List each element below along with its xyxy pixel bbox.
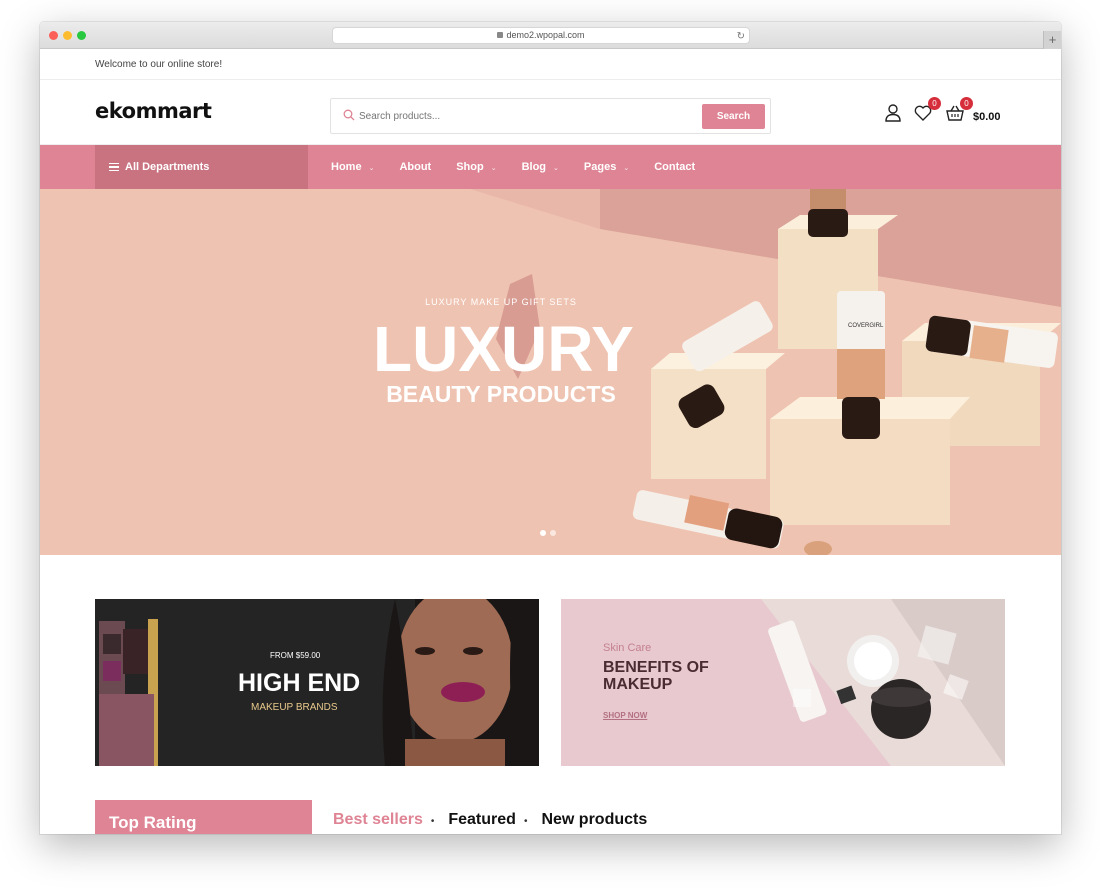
promo-title: BENEFITS OF MAKEUP [603,659,709,693]
promo-subtitle: MAKEUP BRANDS [251,702,338,713]
nav-item-label: Home [331,161,362,173]
site-logo[interactable]: ekommart [95,99,212,123]
url-text: demo2.wpopal.com [506,30,585,40]
tab-best-sellers[interactable]: Best sellers [333,811,423,833]
hero-subtitle: BEAUTY PRODUCTS [386,381,616,407]
slider-dot[interactable] [550,530,556,536]
tab-new-products[interactable]: New products [541,811,647,833]
web-page: Welcome to our online store! ekommart Se… [40,49,1061,834]
main-navigation: All Departments Home ⌄ About Shop ⌄ Blog ⌄ … [40,145,1061,189]
search-form: Search [330,98,771,134]
search-icon [343,109,355,121]
top-rating-title: Top Rating [96,801,311,834]
hamburger-menu-icon [109,161,119,174]
shop-now-link[interactable]: SHOP NOW [603,711,647,720]
nav-item-shop[interactable]: Shop ⌄ [456,145,496,189]
cart-count-badge: 0 [960,97,973,110]
departments-label: All Departments [125,161,210,173]
nav-menu: Home ⌄ About Shop ⌄ Blog ⌄ Pages ⌄ Contact [331,145,720,189]
wishlist-count-badge: 0 [928,97,941,110]
promo-title: HIGH END [238,669,361,697]
nav-item-label: Pages [583,161,617,173]
nav-item-label: About [399,161,432,173]
hero-eyebrow: LUXURY MAKE UP GIFT SETS [425,297,577,307]
chevron-down-icon: ⌄ [553,165,559,172]
slider-pagination [540,523,560,541]
minimize-window-button[interactable] [63,31,72,40]
promo-banner-benefits[interactable]: Skin Care BENEFITS OF MAKEUP SHOP NOW [561,599,1005,766]
chevron-down-icon: ⌄ [368,165,375,172]
all-departments-button[interactable]: All Departments [95,145,308,189]
plus-icon[interactable]: + [1043,31,1061,49]
lock-icon [497,32,504,38]
slider-dot[interactable] [540,530,546,536]
browser-window: demo2.wpopal.com ↻ + Welcome to our onli… [40,22,1061,834]
nav-item-blog[interactable]: Blog ⌄ [522,145,559,189]
cart-button[interactable]: 0 [945,97,973,123]
nav-item-label: Blog [521,161,547,173]
hero-slider[interactable]: COVERGIRL LUXURY MAKE UP GIFT SETS LUXUR… [40,189,1061,555]
promo-price-from: FROM $59.00 [270,651,321,660]
top-bar: Welcome to our online store! [40,49,1061,80]
top-rating-widget: Top Rating [95,800,312,834]
address-bar[interactable]: demo2.wpopal.com ↻ [332,27,750,44]
reload-icon[interactable]: ↻ [737,29,745,44]
hero-product-label: COVERGIRL [848,323,884,329]
user-account-icon[interactable] [883,103,903,123]
search-button[interactable]: Search [702,104,765,129]
promo-banner-high-end[interactable]: FROM $59.00 HIGH END MAKEUP BRANDS [95,599,539,766]
site-header: ekommart Search 0 [40,80,1061,145]
chevron-down-icon: ⌄ [623,165,630,172]
tab-separator: • [430,816,435,827]
nav-item-home[interactable]: Home ⌄ [331,145,374,189]
wishlist-button[interactable]: 0 [913,97,941,123]
browser-chrome: demo2.wpopal.com ↻ + [40,22,1061,49]
nav-item-pages[interactable]: Pages ⌄ [584,145,629,189]
welcome-text: Welcome to our online store! [95,59,223,70]
hero-title: LUXURY [373,313,634,385]
maximize-window-button[interactable] [77,31,86,40]
close-window-button[interactable] [49,31,58,40]
nav-item-about[interactable]: About [399,145,431,189]
chevron-down-icon: ⌄ [490,165,497,172]
product-tabs: Best sellers • Featured • New products [333,811,655,833]
nav-item-label: Contact [654,161,696,173]
nav-item-contact[interactable]: Contact [654,145,695,189]
promo-eyebrow: Skin Care [603,642,652,654]
cart-total[interactable]: $0.00 [973,111,1001,123]
tab-separator: • [523,816,528,827]
nav-item-label: Shop [456,161,484,173]
search-input[interactable] [359,105,689,127]
tab-featured[interactable]: Featured [448,811,516,833]
